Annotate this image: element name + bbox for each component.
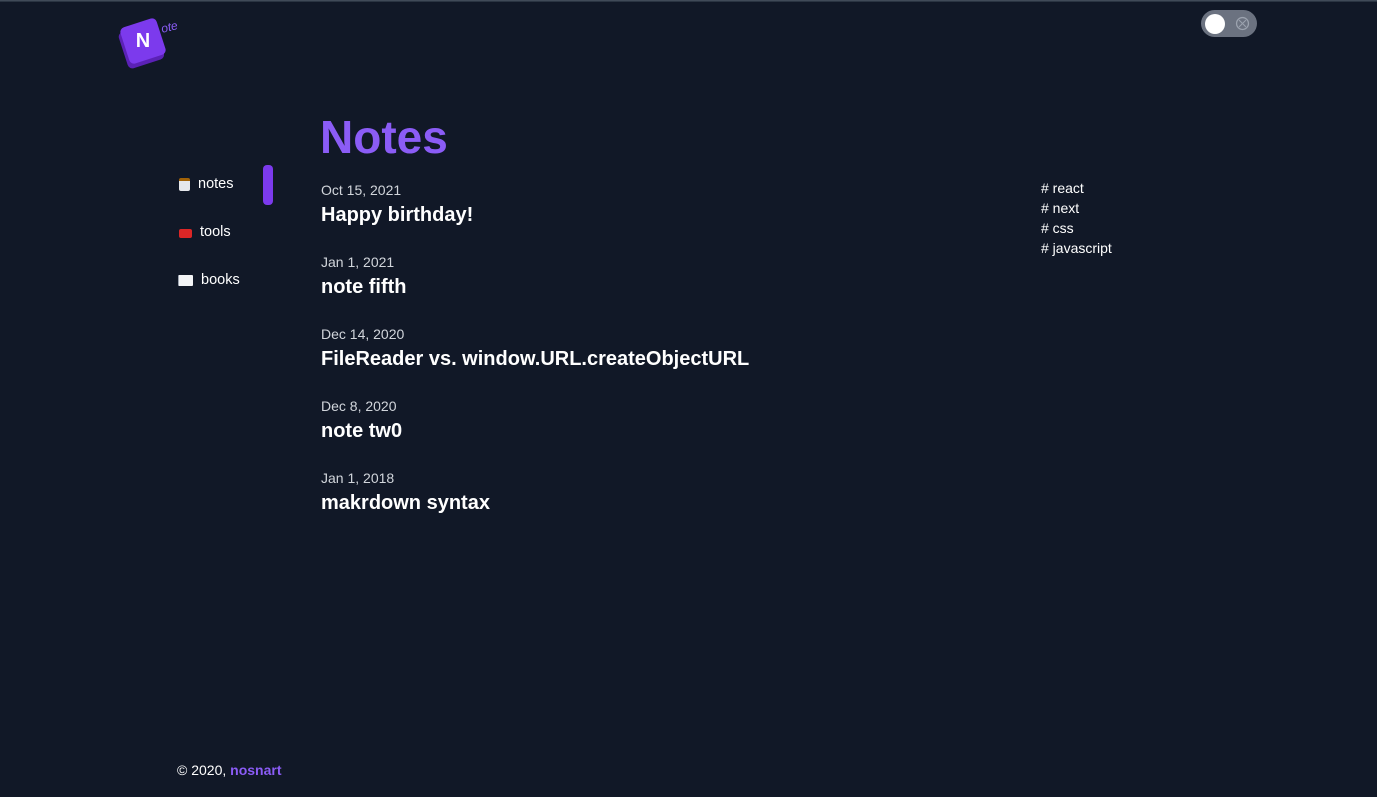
page-title: Notes: [320, 111, 448, 163]
moon-icon: [1235, 16, 1250, 31]
sidebar-item-tools[interactable]: tools: [177, 212, 277, 252]
note-title[interactable]: note tw0: [321, 416, 921, 446]
note-date: Oct 15, 2021: [321, 182, 402, 198]
note-title[interactable]: makrdown syntax: [321, 488, 921, 518]
toggle-knob: [1205, 13, 1225, 34]
top-border: [0, 0, 1377, 2]
note-item[interactable]: Oct 15, 2021 Happy birthday!: [321, 180, 921, 252]
note-item[interactable]: Jan 1, 2021 note fifth: [321, 252, 921, 324]
note-date: Jan 1, 2018: [321, 470, 395, 486]
sidebar-nav: notes tools books: [177, 164, 277, 308]
book-icon: [178, 274, 193, 286]
sidebar-item-label: tools: [200, 224, 231, 240]
note-date: Jan 1, 2021: [321, 254, 395, 270]
note-item[interactable]: Dec 14, 2020 FileReader vs. window.URL.c…: [321, 324, 921, 396]
sidebar-item-label: notes: [198, 176, 234, 192]
tag-next[interactable]: # next: [1041, 198, 1112, 218]
footer: © 2020, nosnart: [177, 762, 281, 778]
sidebar-item-books[interactable]: books: [177, 260, 277, 300]
note-item[interactable]: Jan 1, 2018 makrdown syntax: [321, 468, 921, 540]
note-title[interactable]: Happy birthday!: [321, 200, 921, 230]
notes-list: Oct 15, 2021 Happy birthday! Jan 1, 2021…: [321, 180, 921, 540]
footer-copyright: © 2020,: [177, 762, 231, 778]
logo-letter: N: [135, 29, 151, 52]
footer-author-link[interactable]: nosnart: [230, 762, 281, 778]
site-logo[interactable]: N ote: [118, 14, 188, 68]
tag-javascript[interactable]: # javascript: [1041, 238, 1112, 258]
note-date: Dec 8, 2020: [321, 398, 397, 414]
tag-css[interactable]: # css: [1041, 218, 1112, 238]
theme-toggle[interactable]: [1201, 10, 1257, 37]
logo-text: ote: [159, 18, 180, 36]
sidebar-item-notes[interactable]: notes: [177, 164, 277, 205]
tag-react[interactable]: # react: [1041, 178, 1112, 198]
note-title[interactable]: FileReader vs. window.URL.createObjectUR…: [321, 344, 921, 374]
note-item[interactable]: Dec 8, 2020 note tw0: [321, 396, 921, 468]
note-date: Dec 14, 2020: [321, 326, 405, 342]
note-title[interactable]: note fifth: [321, 272, 921, 302]
tag-list: # react # next # css # javascript: [1041, 178, 1112, 258]
toolbox-icon: [179, 229, 192, 238]
sidebar-item-label: books: [201, 272, 240, 288]
clipboard-icon: [179, 177, 190, 191]
